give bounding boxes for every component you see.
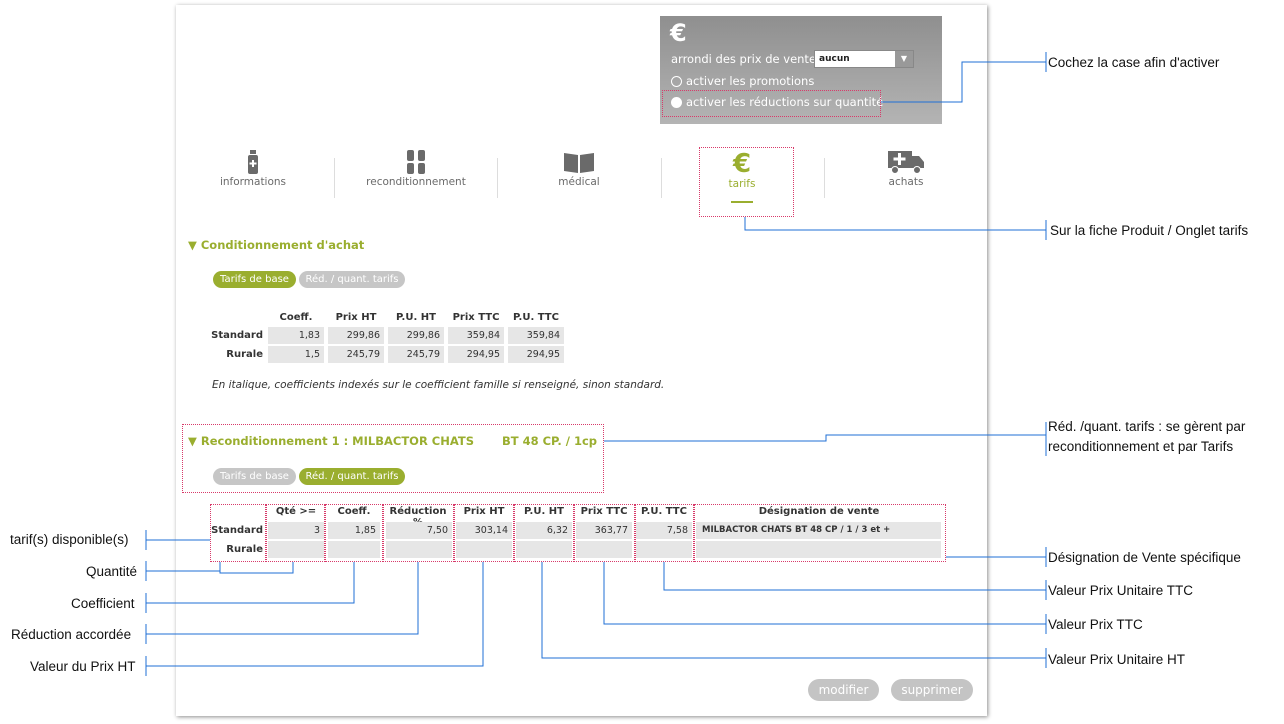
callout-prix-ht: Valeur du Prix HT xyxy=(30,659,136,674)
callout-prix-ttc: Valeur Prix TTC xyxy=(1048,617,1143,632)
callout-quantite: Quantité xyxy=(86,564,138,579)
callout-pu-ht: Valeur Prix Unitaire HT xyxy=(1048,652,1186,667)
callout-coefficient: Coefficient xyxy=(71,596,135,611)
callout-tarifs-dispo: tarif(s) disponible(s) xyxy=(10,532,129,547)
callout-pu-ttc: Valeur Prix Unitaire TTC xyxy=(1048,583,1194,598)
callout-reduction: Réduction accordée xyxy=(11,627,132,642)
callout-designation: Désignation de Vente spécifique xyxy=(1048,550,1241,565)
callout-red-line2: reconditionnement et par Tarifs xyxy=(1048,439,1234,454)
callout-red-line1: Réd. /quant. tarifs : se gèrent par xyxy=(1048,419,1246,434)
callout-fiche: Sur la fiche Produit / Onglet tarifs xyxy=(1050,223,1249,238)
callout-cochez: Cochez la case afin d'activer xyxy=(1048,55,1220,70)
